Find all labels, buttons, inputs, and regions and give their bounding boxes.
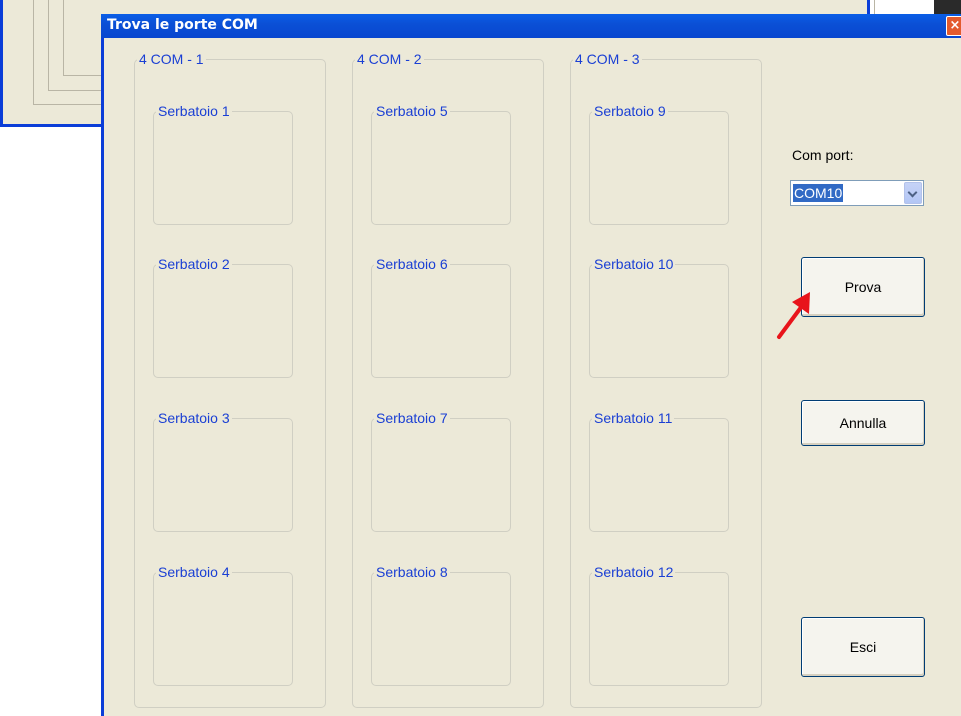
- tank-label: Serbatoio 12: [594, 564, 674, 580]
- tank-box-6: Serbatoio 6: [371, 256, 511, 378]
- tank-label: Serbatoio 4: [158, 564, 230, 580]
- close-icon: ×: [949, 18, 961, 33]
- tank-box-8: Serbatoio 8: [371, 564, 511, 686]
- esci-button-label: Esci: [849, 639, 877, 655]
- tank-box-2: Serbatoio 2: [153, 256, 293, 378]
- tank-box-3: Serbatoio 3: [153, 410, 293, 532]
- com-group-1: 4 COM - 1 Serbatoio 1 Serbatoio 2 Serbat…: [134, 51, 326, 708]
- esci-button[interactable]: Esci: [801, 617, 925, 677]
- tank-label: Serbatoio 8: [376, 564, 448, 580]
- tank-label: Serbatoio 2: [158, 256, 230, 272]
- tank-box-10: Serbatoio 10: [589, 256, 729, 378]
- annotation-arrow-icon: [777, 292, 810, 339]
- tank-box-9: Serbatoio 9: [589, 103, 729, 225]
- com-group-2: 4 COM - 2 Serbatoio 5 Serbatoio 6 Serbat…: [352, 51, 544, 708]
- com-group-3-label: 4 COM - 3: [575, 51, 640, 67]
- annulla-button-label: Annulla: [839, 415, 887, 431]
- prova-button-label: Prova: [844, 279, 882, 295]
- background-corner: [934, 0, 961, 14]
- tank-box-5: Serbatoio 5: [371, 103, 511, 225]
- title-bar[interactable]: Trova le porte COM ×: [101, 14, 961, 38]
- tank-label: Serbatoio 9: [594, 103, 666, 119]
- tank-label: Serbatoio 1: [158, 103, 230, 119]
- tank-box-12: Serbatoio 12: [589, 564, 729, 686]
- chevron-down-icon[interactable]: [904, 182, 922, 204]
- tank-box-7: Serbatoio 7: [371, 410, 511, 532]
- tank-box-4: Serbatoio 4: [153, 564, 293, 686]
- tank-box-11: Serbatoio 11: [589, 410, 729, 532]
- dialog-title: Trova le porte COM: [107, 17, 258, 33]
- tank-label: Serbatoio 3: [158, 410, 230, 426]
- close-button[interactable]: ×: [946, 16, 961, 36]
- com-port-label: Com port:: [792, 147, 854, 163]
- com-port-value: COM10: [793, 184, 844, 202]
- com-port-select[interactable]: COM10: [790, 180, 924, 206]
- tank-box-1: Serbatoio 1: [153, 103, 293, 225]
- com-group-3: 4 COM - 3 Serbatoio 9 Serbatoio 10 Serba…: [570, 51, 762, 708]
- tank-label: Serbatoio 6: [376, 256, 448, 272]
- tank-label: Serbatoio 10: [594, 256, 674, 272]
- find-com-ports-dialog: Trova le porte COM × 4 COM - 1 Serbatoio…: [101, 14, 961, 716]
- prova-button[interactable]: Prova: [801, 257, 925, 317]
- tank-label: Serbatoio 11: [594, 410, 673, 426]
- tank-label: Serbatoio 7: [376, 410, 448, 426]
- tank-label: Serbatoio 5: [376, 103, 448, 119]
- annulla-button[interactable]: Annulla: [801, 400, 925, 446]
- com-group-2-label: 4 COM - 2: [357, 51, 422, 67]
- com-group-1-label: 4 COM - 1: [139, 51, 204, 67]
